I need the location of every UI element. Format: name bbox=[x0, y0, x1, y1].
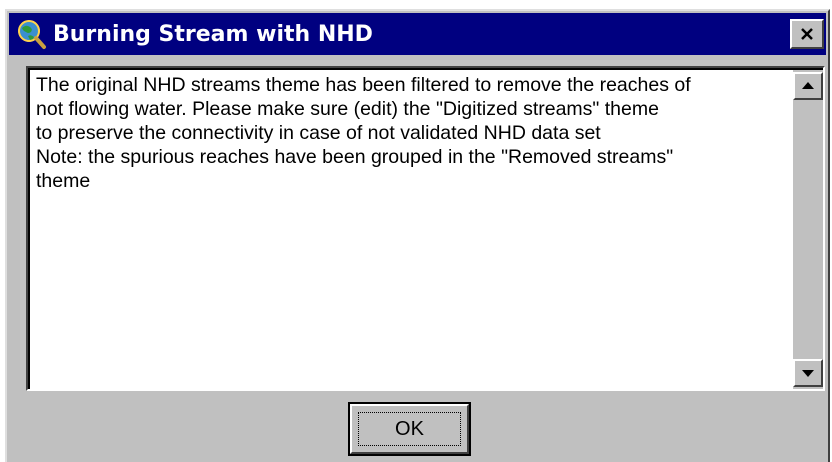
title-bar[interactable]: Burning Stream with NHD bbox=[9, 13, 826, 55]
message-line: Note: the spurious reaches have been gro… bbox=[36, 146, 674, 168]
message-line: theme bbox=[36, 170, 91, 192]
arrow-down-icon bbox=[802, 370, 814, 377]
ok-button[interactable]: OK bbox=[348, 402, 471, 456]
message-line: to preserve the connectivity in case of … bbox=[36, 122, 601, 144]
vertical-scrollbar[interactable] bbox=[793, 70, 823, 389]
message-textarea[interactable]: The original NHD streams theme has been … bbox=[26, 66, 825, 391]
globe-magnifier-icon bbox=[18, 20, 46, 49]
message-text: The original NHD streams theme has been … bbox=[36, 73, 788, 193]
scroll-up-button[interactable] bbox=[793, 72, 823, 100]
dialog-window: Burning Stream with NHD The original NHD… bbox=[5, 9, 830, 462]
close-button[interactable] bbox=[790, 19, 824, 49]
ok-button-label: OK bbox=[358, 412, 461, 446]
message-line: The original NHD streams theme has been … bbox=[36, 74, 691, 96]
scroll-track[interactable] bbox=[793, 100, 823, 359]
arrow-up-icon bbox=[802, 82, 814, 89]
message-line: not flowing water. Please make sure (edi… bbox=[36, 98, 659, 120]
close-icon bbox=[801, 28, 813, 40]
window-title: Burning Stream with NHD bbox=[53, 21, 373, 47]
scroll-down-button[interactable] bbox=[793, 359, 823, 387]
